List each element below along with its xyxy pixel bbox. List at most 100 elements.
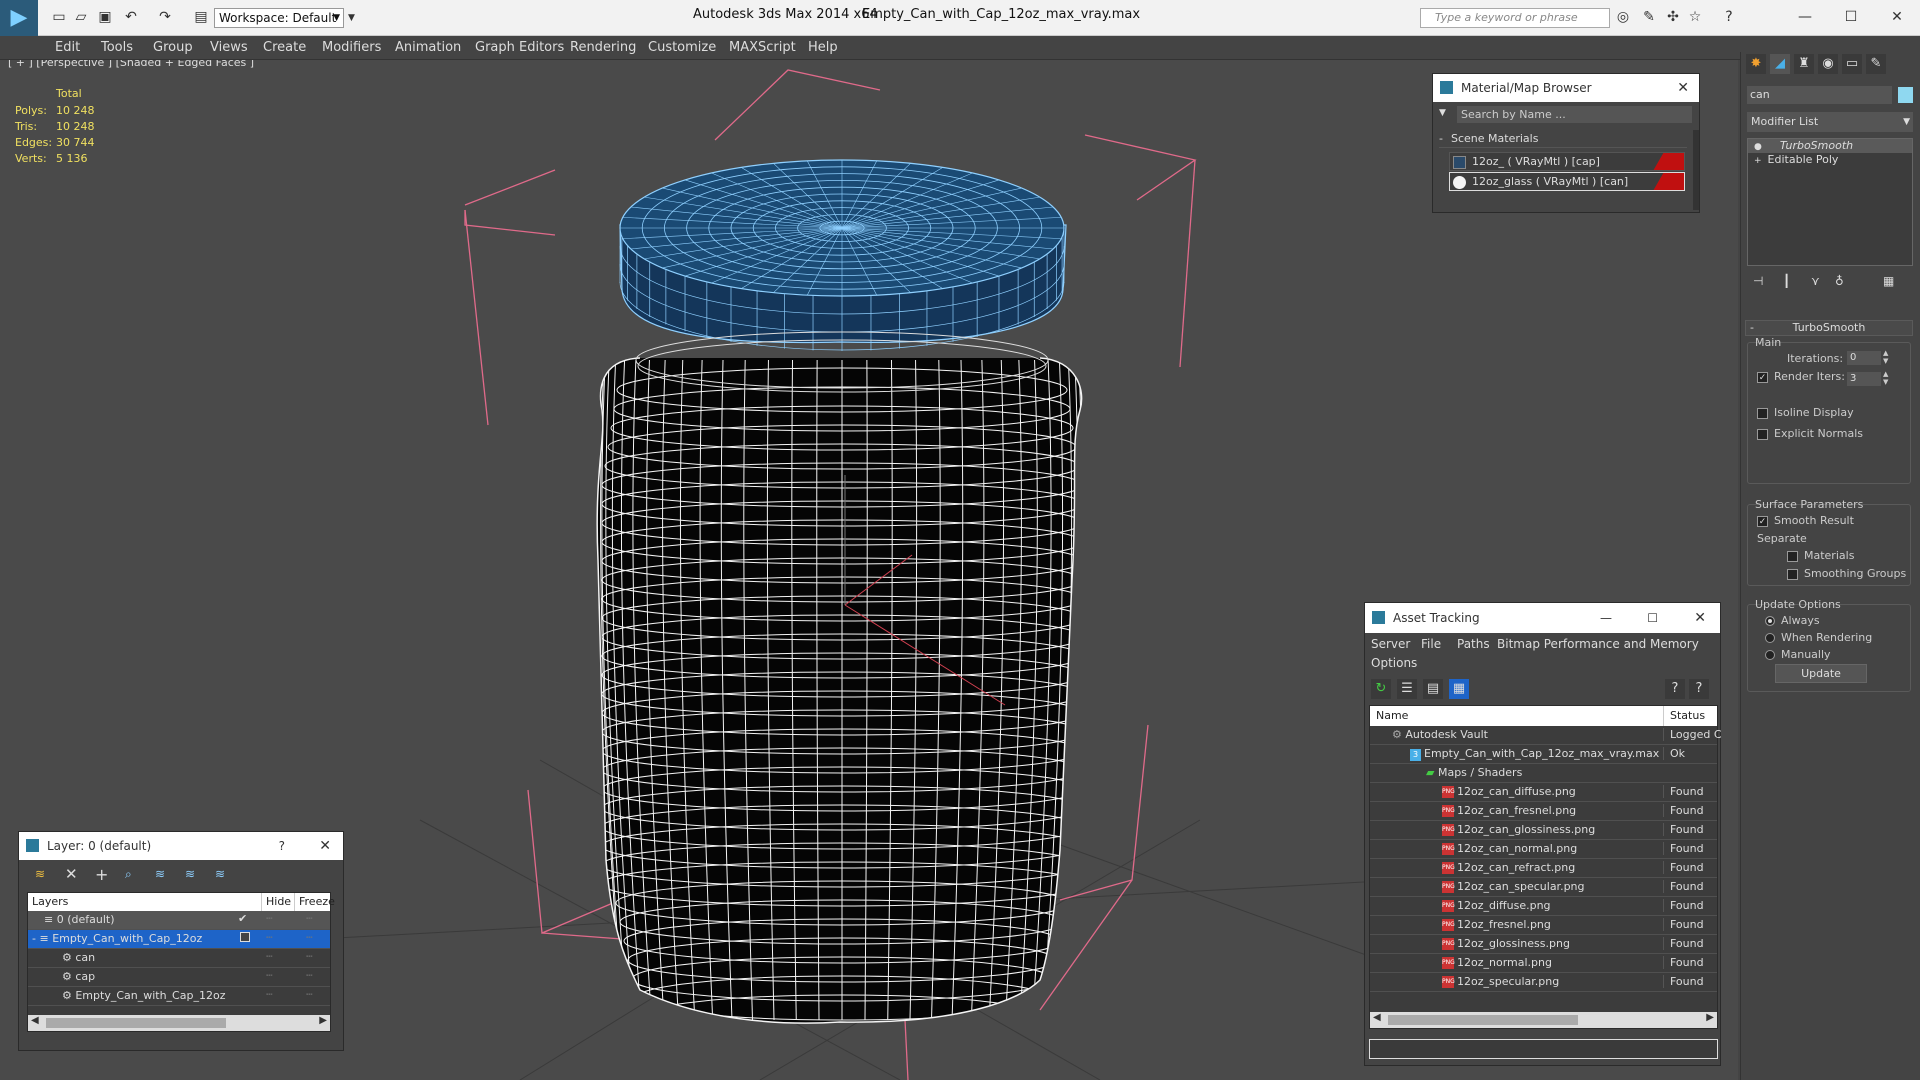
select-in-layer-icon[interactable]: ⌕ — [125, 867, 132, 882]
render-iters-spinner[interactable]: 3 — [1847, 372, 1881, 386]
material-search-input[interactable]: Search by Name ... — [1457, 106, 1692, 123]
material-scrollbar[interactable] — [1693, 130, 1699, 210]
workspace-dropdown[interactable]: Workspace: Default ▼ — [214, 8, 344, 28]
menu-modifiers[interactable]: Modifiers — [322, 40, 381, 55]
hide-toggle[interactable]: ┄ — [266, 931, 273, 944]
tools-icon[interactable]: ✎ — [1640, 8, 1658, 26]
make-unique-icon[interactable]: ⋎ — [1811, 274, 1820, 288]
smooth-result-checkbox[interactable]: ✓ — [1757, 515, 1768, 527]
minimize-icon[interactable]: — — [1600, 603, 1612, 633]
delete-layer-icon[interactable]: ✕ — [65, 865, 78, 883]
close-icon[interactable]: ✕ — [1677, 74, 1689, 102]
asset-row-file[interactable]: PNG 12oz_can_glossiness.png Found — [1370, 821, 1717, 840]
project-folder-icon[interactable]: ▤ — [192, 8, 210, 26]
motion-tab-icon[interactable]: ◉ — [1818, 54, 1838, 74]
isoline-checkbox[interactable] — [1757, 407, 1768, 419]
smooth-result-row[interactable]: ✓ Smooth Result — [1757, 514, 1854, 527]
freeze-toggle[interactable]: ┄ — [306, 988, 313, 1001]
asset-tracking-title-bar[interactable]: Asset Tracking — ☐ ✕ — [1365, 603, 1720, 633]
save-icon[interactable]: ▣ — [96, 8, 114, 26]
object-color-swatch[interactable] — [1898, 87, 1913, 103]
stack-item-turbosmooth[interactable]: ● TurboSmooth — [1748, 139, 1912, 153]
undo-icon[interactable]: ↶ — [122, 8, 140, 26]
col-freeze[interactable]: Freeze — [294, 893, 335, 911]
current-layer-box[interactable] — [240, 932, 250, 942]
freeze-toggle[interactable]: ┄ — [306, 969, 313, 982]
close-icon[interactable]: ✕ — [1694, 603, 1706, 633]
asset-menu-file[interactable]: File — [1421, 637, 1441, 651]
tree-view-icon[interactable]: ▤ — [1423, 679, 1443, 699]
star-icon[interactable]: ☆ — [1686, 8, 1704, 26]
layer-row-can[interactable]: ⚙ can ┄ ┄ — [28, 949, 330, 968]
redo-icon[interactable]: ↷ — [156, 8, 174, 26]
col-layers[interactable]: Layers — [32, 893, 68, 911]
refresh-icon[interactable]: ↻ — [1371, 679, 1391, 699]
active-check-icon[interactable]: ✔ — [238, 912, 247, 925]
col-name[interactable]: Name — [1376, 706, 1408, 726]
help-icon[interactable]: ? — [1665, 679, 1685, 699]
highlight-layer-icon[interactable]: ≋ — [155, 867, 165, 881]
stack-item-editable-poly[interactable]: + Editable Poly — [1748, 153, 1912, 167]
app-logo[interactable]: ▶ — [0, 0, 38, 36]
scroll-right-icon[interactable]: ▶ — [1706, 1012, 1714, 1023]
binoculars-icon[interactable]: ◎ — [1614, 8, 1632, 26]
asset-row-file[interactable]: PNG 12oz_can_specular.png Found — [1370, 878, 1717, 897]
always-radio[interactable] — [1765, 616, 1775, 626]
col-status[interactable]: Status — [1663, 706, 1705, 726]
menu-animation[interactable]: Animation — [395, 40, 461, 55]
asset-row-file[interactable]: PNG 12oz_can_diffuse.png Found — [1370, 783, 1717, 802]
show-end-result-icon[interactable]: ┃ — [1783, 274, 1790, 288]
manually-radio[interactable] — [1765, 650, 1775, 660]
remove-modifier-icon[interactable]: ♁ — [1835, 274, 1844, 288]
asset-row-file[interactable]: PNG 12oz_glossiness.png Found — [1370, 935, 1717, 954]
modify-tab-icon[interactable]: ◢ — [1770, 54, 1790, 74]
maximize-icon[interactable]: ☐ — [1647, 603, 1658, 633]
create-layer-icon[interactable]: ≋ — [35, 867, 45, 881]
expand-icon[interactable]: + — [1754, 156, 1762, 166]
iterations-spinner[interactable]: 0 — [1847, 351, 1881, 365]
explicit-normals-row[interactable]: Explicit Normals — [1757, 427, 1863, 440]
scroll-thumb[interactable] — [46, 1018, 226, 1028]
smoothing-groups-row[interactable]: Smoothing Groups — [1787, 567, 1906, 580]
menu-customize[interactable]: Customize — [648, 40, 716, 55]
spinner-arrows-icon[interactable]: ▲ ▼ — [1883, 349, 1888, 365]
asset-row-file[interactable]: PNG 12oz_can_fresnel.png Found — [1370, 802, 1717, 821]
layer-panel-title-bar[interactable]: Layer: 0 (default) ? ✕ — [19, 832, 343, 860]
asset-row-file[interactable]: PNG 12oz_fresnel.png Found — [1370, 916, 1717, 935]
list-view-icon[interactable]: ☰ — [1397, 679, 1417, 699]
freeze-toggle[interactable]: ┄ — [306, 912, 313, 925]
hide-toggle[interactable]: ┄ — [266, 969, 273, 982]
material-browser-title-bar[interactable]: Material/Map Browser ✕ — [1433, 74, 1699, 102]
help-icon[interactable]: ? — [279, 832, 285, 860]
menu-help[interactable]: Help — [808, 40, 838, 55]
asset-row-file[interactable]: PNG 12oz_normal.png Found — [1370, 954, 1717, 973]
material-item-cap[interactable]: 12oz_ ( VRayMtl ) [cap] — [1449, 152, 1685, 171]
manually-row[interactable]: Manually — [1765, 648, 1831, 661]
search-input[interactable]: Type a keyword or phrase — [1420, 8, 1610, 28]
turbosmooth-rollout-header[interactable]: - TurboSmooth — [1745, 320, 1913, 336]
utilities-tab-icon[interactable]: ✎ — [1866, 54, 1886, 74]
materials-checkbox[interactable] — [1787, 550, 1798, 562]
hide-all-layers-icon[interactable]: ≋ — [185, 867, 195, 881]
layer-row-cap[interactable]: ⚙ cap ┄ ┄ — [28, 968, 330, 987]
asset-row-max-file[interactable]: 3 Empty_Can_with_Cap_12oz_max_vray.max Ok — [1370, 745, 1717, 764]
freeze-toggle[interactable]: ┄ — [306, 950, 313, 963]
open-file-icon[interactable]: ▱ — [72, 8, 90, 26]
close-icon[interactable]: ✕ — [1888, 8, 1906, 26]
asset-menu-server[interactable]: Server — [1371, 637, 1410, 651]
hide-toggle[interactable]: ┄ — [266, 912, 273, 925]
hide-toggle[interactable]: ┄ — [266, 988, 273, 1001]
explicit-normals-checkbox[interactable] — [1757, 428, 1768, 440]
asset-menu-options[interactable]: Options — [1371, 656, 1417, 670]
filter-icon[interactable]: ▼ — [1439, 108, 1446, 118]
menu-create[interactable]: Create — [263, 40, 306, 55]
menu-maxscript[interactable]: MAXScript — [729, 40, 796, 55]
material-item-can[interactable]: 12oz_glass ( VRayMtl ) [can] — [1449, 172, 1685, 191]
spinner-arrows-icon[interactable]: ▲ ▼ — [1883, 370, 1888, 386]
add-to-layer-icon[interactable]: + — [95, 865, 108, 884]
col-hide[interactable]: Hide — [261, 893, 291, 911]
maximize-icon[interactable]: ☐ — [1842, 8, 1860, 26]
layer-row-group[interactable]: ⚙ Empty_Can_with_Cap_12oz ┄ ┄ — [28, 987, 330, 1006]
object-name-field[interactable]: can — [1747, 86, 1892, 104]
layer-row-empty-can[interactable]: - ≡ Empty_Can_with_Cap_12oz ┄ ┄ — [28, 930, 330, 949]
